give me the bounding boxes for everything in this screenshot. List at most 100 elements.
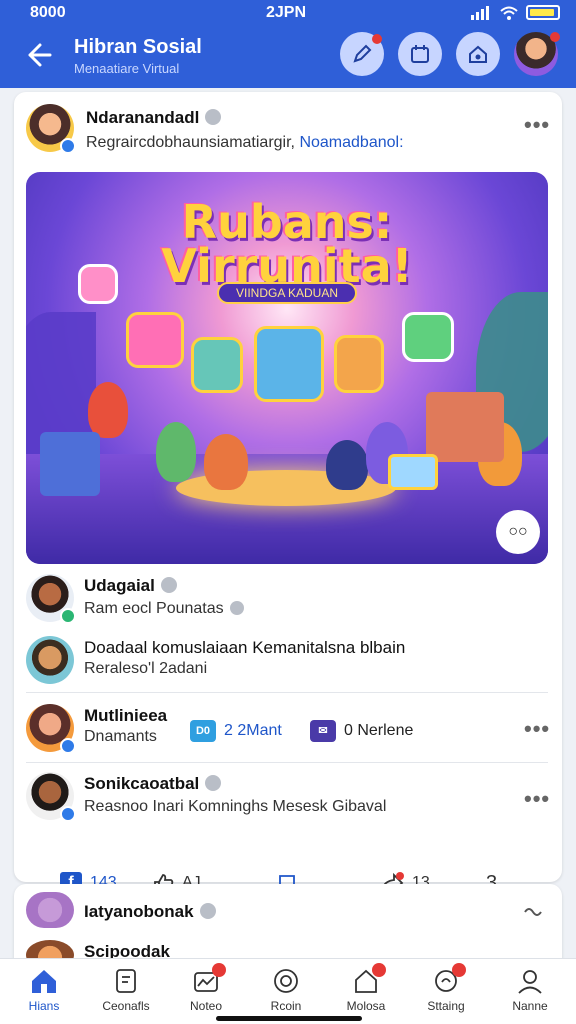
tab-label: Noteo: [189, 999, 223, 1013]
app-tile-icon: [78, 264, 118, 304]
image-title-line1: Rubans:: [181, 195, 393, 249]
status-badge: [60, 806, 76, 822]
app-tile-icon: [126, 312, 184, 368]
scene-person: [156, 422, 196, 482]
tab-label: Rcoin: [270, 999, 302, 1013]
comment-avatar[interactable]: [26, 574, 76, 624]
tab-contacts[interactable]: Ceonafls: [86, 967, 166, 1013]
more-options-icon[interactable]: •••: [524, 786, 550, 812]
post-author[interactable]: Ndaranandadl: [86, 108, 222, 128]
status-badge: [60, 738, 76, 754]
desk-shape: [426, 392, 504, 462]
notification-icon: [192, 963, 226, 995]
meta-stat[interactable]: 2 2Mant: [224, 722, 282, 740]
wifi-icon: [500, 6, 518, 20]
post-text-body: Regraircdobhaunsiamatiargir,: [86, 134, 295, 151]
status-badge: [60, 608, 76, 624]
bottom-tab-bar: Hians Ceonafls Noteo Rcoin Molosa Sttain…: [0, 958, 576, 1024]
group-name[interactable]: Iatyanobonak: [84, 902, 216, 922]
member-name-text: Sonikcaoatbal: [84, 774, 200, 793]
tab-label: Nanne: [512, 999, 548, 1013]
status-time-center: 2JPN: [266, 4, 307, 21]
expand-image-button[interactable]: ○○: [496, 510, 540, 554]
member-name[interactable]: Mutlinieea: [84, 706, 167, 726]
home-shortcut-button[interactable]: [456, 32, 500, 76]
notification-dot: [212, 963, 226, 977]
sound-wave-icon[interactable]: [524, 904, 544, 920]
calendar-icon: [411, 45, 429, 63]
tab-label: Molosa: [346, 999, 386, 1013]
comment-text: Ram eocl Pounatas: [84, 600, 244, 618]
home-indicator: [216, 1016, 362, 1021]
member-text: Reasnoo Inari Komninghs Mesesk Gibaval: [84, 798, 387, 815]
document-icon: [112, 967, 140, 995]
scene-person: [326, 440, 368, 490]
member-name[interactable]: Sonikcaoatbal: [84, 774, 222, 794]
comment-title: Doadaal komuslaiaan Kemanitalsna blbain: [84, 638, 406, 657]
verified-icon: [199, 903, 216, 919]
member-avatar[interactable]: [26, 704, 76, 754]
post-text-link[interactable]: Noamadbanol:: [299, 134, 403, 151]
post-author-name: Ndaranandadl: [86, 108, 200, 127]
tab-home[interactable]: Hians: [4, 967, 84, 1013]
comment-text-body: Ram eocl Pounatas: [84, 600, 224, 617]
verified-icon: [205, 109, 222, 125]
author-avatar[interactable]: [26, 104, 76, 154]
home-icon: [30, 967, 58, 995]
tab-label: Sttaing: [427, 999, 465, 1013]
portrait-tile: [334, 335, 384, 393]
edit-icon: [353, 44, 372, 63]
page-subtitle: Menaatiare Virtual: [74, 61, 180, 76]
status-badge: [60, 138, 76, 154]
tablet-shape: [388, 454, 438, 490]
tab-label: Ceonafls: [102, 999, 150, 1013]
post-image[interactable]: Rubans: Virrunita! VIINDGA KADUAN ○○: [26, 172, 548, 564]
house-icon: [469, 45, 487, 63]
profile-avatar[interactable]: [514, 32, 560, 76]
group-avatar[interactable]: [26, 892, 74, 928]
notification-dot: [372, 963, 386, 977]
battery-icon: [526, 5, 560, 20]
chat-tile-icon: [402, 312, 454, 362]
tab-profile[interactable]: Nanne: [490, 967, 570, 1013]
page-title: Hibran Sosial: [74, 36, 202, 58]
comment-author-name: Udagaial: [84, 576, 155, 595]
mail-icon: ✉: [310, 720, 336, 742]
circle-icon: [272, 967, 300, 995]
app-header: Hibran Sosial Menaatiare Virtual: [0, 28, 576, 88]
verified-icon: [229, 601, 244, 615]
image-tag: VIINDGA KADUAN: [217, 282, 357, 304]
profile-icon: [516, 967, 544, 995]
more-options-icon[interactable]: •••: [524, 716, 550, 742]
tab-label: Hians: [28, 999, 60, 1013]
tab-notes[interactable]: Noteo: [166, 963, 246, 1013]
group-name-text: Iatyanobonak: [84, 902, 194, 921]
comment-text: Reraleso'l 2adani: [84, 660, 208, 677]
status-bar: 8000 2JPN: [0, 0, 576, 28]
portrait-tile-center: [254, 326, 324, 402]
compose-button[interactable]: [340, 32, 384, 76]
notification-dot: [452, 963, 466, 977]
post-card: Ndaranandadl Regraircdobhaunsiamatiargir…: [14, 92, 562, 909]
tab-molosa[interactable]: Molosa: [326, 963, 406, 1013]
tab-rcoin[interactable]: Rcoin: [246, 967, 326, 1013]
system-icons: [470, 5, 560, 20]
verified-icon: [205, 775, 222, 791]
member-avatar[interactable]: [26, 772, 76, 822]
divider: [26, 762, 548, 763]
settings-icon: [432, 963, 466, 995]
verified-icon: [160, 577, 177, 593]
device-icon: D0: [190, 720, 216, 742]
member-text: Dnamants: [84, 728, 157, 745]
portrait-tile: [191, 337, 243, 393]
meta-stat[interactable]: 0 Nerlene: [344, 722, 413, 740]
back-arrow-icon[interactable]: [22, 40, 52, 70]
signal-icon: [471, 5, 489, 20]
scene-person: [204, 434, 248, 490]
comment-author[interactable]: Udagaial: [84, 576, 177, 596]
more-options-icon[interactable]: •••: [524, 112, 550, 138]
tab-settings[interactable]: Sttaing: [406, 963, 486, 1013]
calendar-button[interactable]: [398, 32, 442, 76]
notification-dot: [372, 34, 382, 44]
comment-avatar[interactable]: [26, 636, 74, 684]
